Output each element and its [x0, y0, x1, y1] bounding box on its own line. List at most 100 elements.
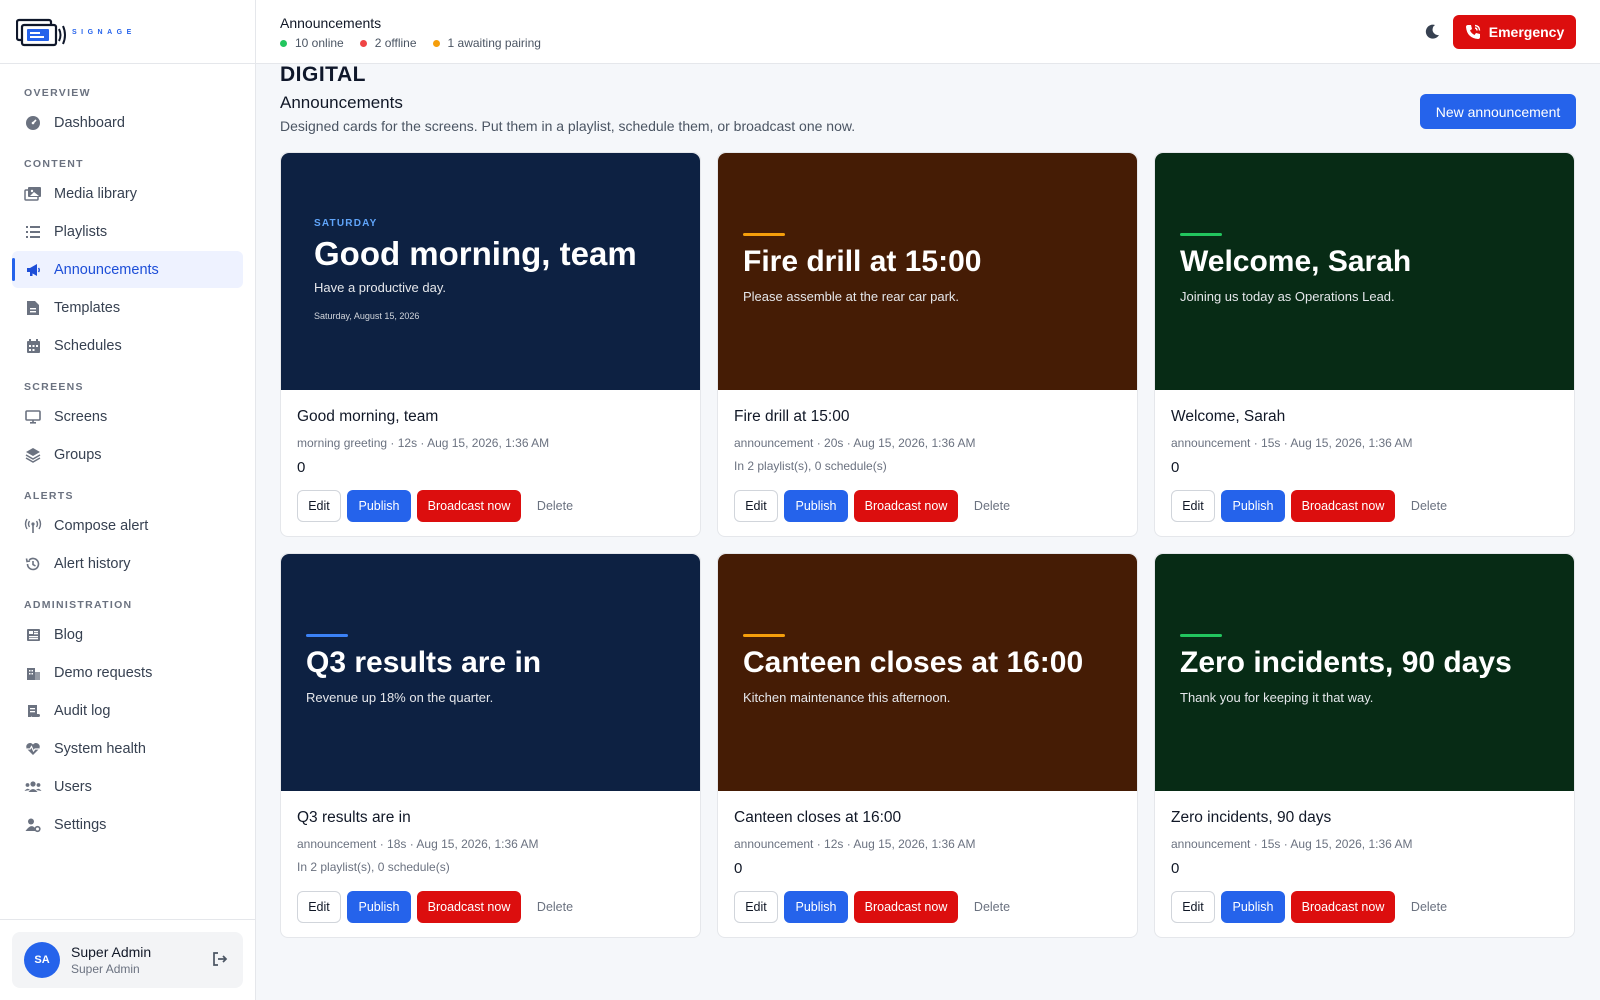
sidebar-item-templates[interactable]: Templates [12, 289, 243, 326]
user-name: Super Admin [71, 944, 152, 960]
broadcast-now-button[interactable]: Broadcast now [417, 891, 521, 923]
sidebar-item-blog[interactable]: Blog [12, 616, 243, 653]
sidebar-item-label: Demo requests [54, 664, 153, 681]
publish-button[interactable]: Publish [784, 490, 848, 522]
sidebar-item-playlists[interactable]: Playlists [12, 213, 243, 250]
history-icon [24, 555, 42, 573]
card-meta: announcement · 20s · Aug 15, 2026, 1:36 … [734, 436, 976, 450]
sidebar-item-settings[interactable]: Settings [12, 806, 243, 843]
edit-button[interactable]: Edit [1171, 490, 1215, 522]
publish-button[interactable]: Publish [1221, 490, 1285, 522]
calendar-icon [24, 337, 42, 355]
announcement-card: Welcome, Sarah Joining us today as Opera… [1154, 152, 1575, 537]
publish-button[interactable]: Publish [347, 891, 411, 923]
sidebar-item-label: Announcements [54, 261, 159, 278]
announcement-card: SATURDAY Good morning, team Have a produ… [280, 152, 701, 537]
delete-button[interactable]: Delete [964, 490, 1020, 522]
sidebar-item-system-health[interactable]: System health [12, 730, 243, 767]
user-gear-icon [24, 816, 42, 834]
online-dot-icon [280, 39, 287, 47]
card-preview[interactable]: Q3 results are in Revenue up 18% on the … [281, 554, 700, 791]
preview-kicker: SATURDAY [314, 218, 378, 229]
card-preview[interactable]: Welcome, Sarah Joining us today as Opera… [1155, 153, 1574, 390]
broadcast-now-button[interactable]: Broadcast now [417, 490, 521, 522]
broadcast-now-button[interactable]: Broadcast now [1291, 490, 1395, 522]
status-online: 10 online [280, 36, 344, 50]
sidebar-item-dashboard[interactable]: Dashboard [12, 104, 243, 141]
phone-alert-icon [1465, 24, 1480, 39]
edit-button[interactable]: Edit [297, 490, 341, 522]
card-meta: announcement · 18s · Aug 15, 2026, 1:36 … [297, 837, 539, 851]
sidebar-item-screens[interactable]: Screens [12, 398, 243, 435]
sidebar-item-groups[interactable]: Groups [12, 436, 243, 473]
sidebar-item-label: Blog [54, 626, 84, 643]
card-actions: Edit Publish Broadcast now Delete [1171, 891, 1463, 923]
announcement-grid: SATURDAY Good morning, team Have a produ… [280, 152, 1576, 938]
emergency-button[interactable]: Emergency [1453, 15, 1576, 49]
page-subtitle: Designed cards for the screens. Put them… [280, 118, 856, 134]
preview-title: Good morning, team [314, 235, 637, 272]
sidebar-item-compose-alert[interactable]: Compose alert [12, 507, 243, 544]
delete-button[interactable]: Delete [1401, 891, 1457, 923]
preview-title: Welcome, Sarah [1180, 245, 1412, 278]
sidebar-item-label: Schedules [54, 337, 122, 354]
sidebar-item-label: Playlists [54, 223, 108, 240]
broadcast-now-button[interactable]: Broadcast now [854, 490, 958, 522]
edit-button[interactable]: Edit [1171, 891, 1215, 923]
sidebar-item-audit-log[interactable]: Audit log [12, 692, 243, 729]
delete-button[interactable]: Delete [1401, 490, 1457, 522]
edit-button[interactable]: Edit [734, 891, 778, 923]
preview-subtitle: Revenue up 18% on the quarter. [306, 690, 494, 705]
sidebar-item-users[interactable]: Users [12, 768, 243, 805]
card-title: Fire drill at 15:00 [734, 408, 850, 425]
card-meta: announcement · 15s · Aug 15, 2026, 1:36 … [1171, 436, 1413, 450]
card-preview[interactable]: Zero incidents, 90 days Thank you for ke… [1155, 554, 1574, 791]
card-count: 0 [734, 860, 743, 877]
sidebar-item-demo-requests[interactable]: Demo requests [12, 654, 243, 691]
publish-button[interactable]: Publish [347, 490, 411, 522]
emergency-label: Emergency [1488, 24, 1565, 40]
delete-button[interactable]: Delete [964, 891, 1020, 923]
broadcast-now-button[interactable]: Broadcast now [1291, 891, 1395, 923]
brand-tagline: SIGNAGE [72, 28, 136, 36]
card-actions: Edit Publish Broadcast now Delete [734, 490, 1026, 522]
list-icon [24, 223, 42, 241]
preview-subtitle: Please assemble at the rear car park. [743, 289, 960, 304]
users-icon [24, 778, 42, 796]
delete-button[interactable]: Delete [527, 490, 583, 522]
publish-button[interactable]: Publish [784, 891, 848, 923]
logo[interactable]: DIGITAL SIGNAGE [0, 0, 365, 85]
card-actions: Edit Publish Broadcast now Delete [1171, 490, 1463, 522]
sidebar-item-label: Media library [54, 185, 137, 202]
images-icon [24, 185, 42, 203]
edit-button[interactable]: Edit [297, 891, 341, 923]
edit-button[interactable]: Edit [734, 490, 778, 522]
sidebar-item-announcements[interactable]: Announcements [12, 251, 243, 288]
sidebar-item-alert-history[interactable]: Alert history [12, 545, 243, 582]
monitor-icon [24, 408, 42, 426]
card-actions: Edit Publish Broadcast now Delete [734, 891, 1026, 923]
card-actions: Edit Publish Broadcast now Delete [297, 490, 589, 522]
accent-bar [743, 634, 785, 637]
sidebar-item-schedules[interactable]: Schedules [12, 327, 243, 364]
broadcast-now-button[interactable]: Broadcast now [854, 891, 958, 923]
announcement-card: Zero incidents, 90 days Thank you for ke… [1154, 553, 1575, 938]
sidebar-item-media-library[interactable]: Media library [12, 175, 243, 212]
logout-icon[interactable] [211, 950, 231, 970]
brand-name: DIGITAL [280, 63, 366, 86]
card-preview[interactable]: Canteen closes at 16:00 Kitchen maintena… [718, 554, 1137, 791]
pairing-dot-icon [432, 39, 440, 47]
publish-button[interactable]: Publish [1221, 891, 1285, 923]
sidebar-item-label: Audit log [54, 702, 111, 719]
accent-bar [743, 233, 785, 236]
delete-button[interactable]: Delete [527, 891, 583, 923]
card-usage: In 2 playlist(s), 0 schedule(s) [734, 459, 887, 473]
card-preview[interactable]: Fire drill at 15:00 Please assemble at t… [718, 153, 1137, 390]
new-announcement-button[interactable]: New announcement [1420, 94, 1576, 129]
file-icon [24, 299, 42, 317]
card-count: 0 [1171, 860, 1180, 877]
status-offline: 2 offline [359, 36, 417, 50]
moon-icon[interactable] [1422, 22, 1442, 42]
card-preview[interactable]: SATURDAY Good morning, team Have a produ… [281, 153, 700, 390]
card-count: 0 [1171, 459, 1180, 476]
